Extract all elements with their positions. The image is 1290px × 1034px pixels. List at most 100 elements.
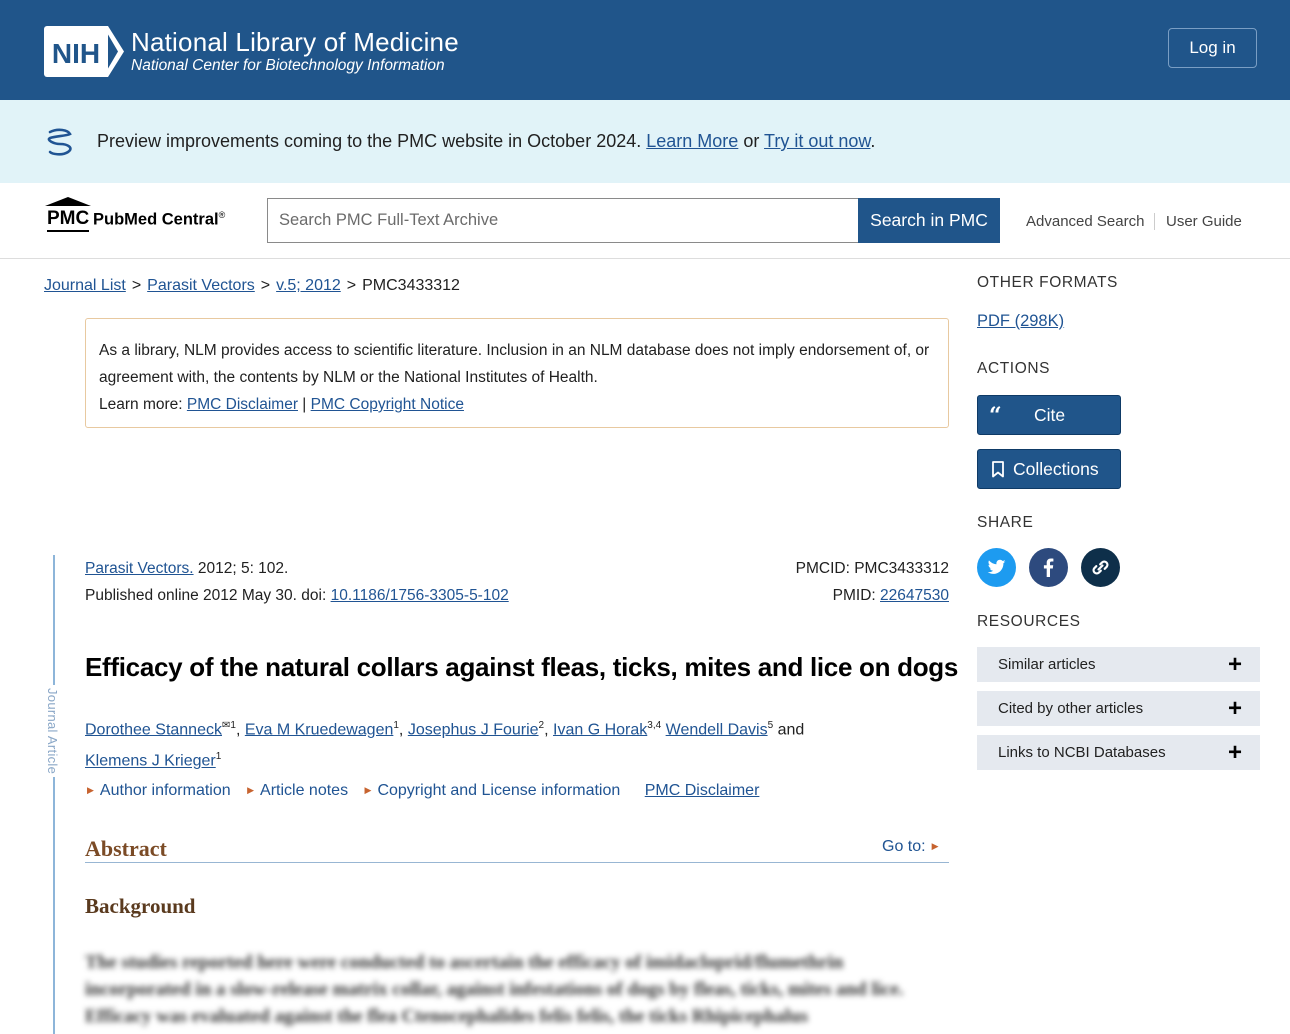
- published-line: Published online 2012 May 30. doi: 10.11…: [85, 587, 509, 605]
- article-title: Efficacy of the natural collars against …: [85, 652, 959, 682]
- doi-link[interactable]: 10.1186/1756-3305-5-102: [331, 587, 509, 604]
- abstract-divider: [85, 862, 949, 863]
- learn-more-link[interactable]: Learn More: [646, 131, 738, 151]
- nlm-disclaimer-box: As a library, NLM provides access to sci…: [85, 318, 949, 428]
- author-sep: and: [773, 721, 805, 739]
- plus-icon: +: [1227, 739, 1242, 766]
- copy-link-share-button[interactable]: [1081, 548, 1120, 587]
- cite-label: Cite: [1034, 405, 1066, 425]
- author-sep: ,: [235, 721, 245, 739]
- pdf-link[interactable]: PDF (298K): [977, 312, 1064, 331]
- share-heading: SHARE: [977, 514, 1034, 531]
- author-information-toggle[interactable]: Author information: [100, 782, 231, 799]
- pmc-logo-reg: ®: [218, 210, 226, 220]
- facebook-share-button[interactable]: [1029, 548, 1068, 587]
- author-link[interactable]: Klemens J Krieger: [85, 753, 216, 770]
- other-formats-heading: OTHER FORMATS: [977, 274, 1118, 291]
- link-icon: [1092, 560, 1109, 575]
- resources-heading: RESOURCES: [977, 613, 1081, 630]
- plus-icon: +: [1227, 651, 1242, 678]
- pmc-logo-name-text: PubMed Central: [93, 210, 219, 229]
- pmc-logo-name: PubMed Central®: [93, 210, 225, 230]
- pmc-copyright-link[interactable]: PMC Copyright Notice: [311, 396, 464, 413]
- breadcrumb-parasit-vectors[interactable]: Parasit Vectors: [147, 277, 255, 294]
- breadcrumb-sep: >: [131, 277, 142, 294]
- resource-label: Cited by other articles: [998, 700, 1144, 717]
- published-text: Published online 2012 May 30. doi:: [85, 587, 327, 604]
- author-link[interactable]: Ivan G Horak: [553, 721, 647, 738]
- goto-menu[interactable]: Go to: ▶: [882, 838, 939, 856]
- author-affiliation: ✉1: [221, 720, 236, 731]
- similar-articles-toggle[interactable]: Similar articles +: [977, 647, 1260, 683]
- dna-helix-icon: [47, 128, 72, 156]
- banner-period: .: [870, 131, 876, 151]
- disclaimer-divider: |: [302, 396, 307, 413]
- pmcid-value: PMC3433312: [854, 560, 949, 577]
- nav-divider: [1154, 213, 1155, 230]
- ncbi-subtitle: National Center for Biotechnology Inform…: [131, 57, 445, 74]
- article-notes-toggle[interactable]: Article notes: [260, 782, 348, 799]
- author-affiliation: 3,4: [647, 720, 662, 731]
- search-divider: [0, 258, 1290, 259]
- goto-label[interactable]: Go to:: [882, 838, 926, 855]
- search-in-pmc-button[interactable]: Search in PMC: [858, 198, 1000, 243]
- expand-triangle-icon: ▶: [87, 785, 94, 795]
- user-guide-link[interactable]: User Guide: [1166, 213, 1242, 230]
- pmid-label: PMID:: [832, 587, 876, 604]
- twitter-share-button[interactable]: [977, 548, 1016, 587]
- facebook-icon: [1043, 558, 1054, 577]
- pmc-disclaimer-article-link[interactable]: PMC Disclaimer: [645, 782, 760, 799]
- pmc-logo-abbr: PMC: [47, 208, 90, 232]
- breadcrumb-volume[interactable]: v.5; 2012: [276, 277, 341, 294]
- login-button[interactable]: Log in: [1168, 28, 1257, 68]
- resource-label: Links to NCBI Databases: [998, 744, 1166, 761]
- journal-article-label: Journal Article: [45, 685, 60, 778]
- nih-header: NIH National Library of Medicine Nationa…: [0, 0, 1290, 100]
- abstract-heading: Abstract: [85, 836, 167, 861]
- breadcrumb-current: PMC3433312: [362, 277, 460, 294]
- pmc-disclaimer-link[interactable]: PMC Disclaimer: [187, 396, 298, 413]
- pmid: PMID: 22647530: [833, 587, 949, 605]
- pmc-logo[interactable]: PMC PubMed Central®: [44, 196, 234, 236]
- journal-article-rule: [53, 555, 55, 1034]
- pmcid-label: PMCID:: [795, 560, 850, 577]
- disclaimer-text: As a library, NLM provides access to sci…: [99, 342, 930, 386]
- author-link[interactable]: Josephus J Fourie: [408, 721, 539, 738]
- journal-link[interactable]: Parasit Vectors.: [85, 560, 194, 577]
- breadcrumb: Journal List > Parasit Vectors > v.5; 2012 > P…: [44, 277, 460, 295]
- author-link[interactable]: Eva M Kruedewagen: [245, 721, 394, 738]
- quote-icon: “: [989, 403, 1002, 429]
- banner-text: Preview improvements coming to the PMC w…: [97, 131, 642, 151]
- disclaimer-learn-more: Learn more:: [99, 396, 183, 413]
- nlm-title[interactable]: National Library of Medicine: [131, 27, 459, 58]
- breadcrumb-sep: >: [346, 277, 357, 294]
- twitter-icon: [987, 559, 1006, 574]
- expand-triangle-icon: ▶: [247, 785, 255, 795]
- author-link[interactable]: Wendell Davis: [666, 721, 768, 738]
- cite-button[interactable]: “ Cite: [977, 395, 1121, 435]
- plus-icon: +: [1227, 695, 1242, 722]
- breadcrumb-sep: >: [260, 277, 271, 294]
- cited-by-toggle[interactable]: Cited by other articles +: [977, 691, 1260, 727]
- pmc-roof-icon: [45, 197, 91, 206]
- breadcrumb-journal-list[interactable]: Journal List: [44, 277, 126, 294]
- search-input[interactable]: Search PMC Full-Text Archive: [267, 198, 859, 243]
- article-meta-links: ▶ Author information ▶ Article notes ▶ Copy…: [85, 782, 759, 800]
- citation-line: Parasit Vectors. 2012; 5: 102.: [85, 560, 288, 578]
- author-sep: ,: [544, 721, 553, 739]
- goto-triangle-icon: ▶: [931, 841, 939, 851]
- author-link[interactable]: Dorothee Stanneck: [85, 721, 222, 738]
- try-it-now-link[interactable]: Try it out now: [764, 131, 870, 151]
- nih-logo-icon[interactable]: NIH: [44, 26, 124, 77]
- banner-message: Preview improvements coming to the PMC w…: [97, 131, 875, 152]
- collections-button[interactable]: Collections: [977, 449, 1121, 489]
- pmcid: PMCID: PMC3433312: [796, 560, 949, 578]
- background-heading: Background: [85, 894, 196, 918]
- citation-text: 2012; 5: 102.: [197, 560, 289, 577]
- ncbi-links-toggle[interactable]: Links to NCBI Databases +: [977, 735, 1260, 771]
- expand-triangle-icon: ▶: [364, 785, 372, 795]
- pmid-link[interactable]: 22647530: [880, 587, 949, 604]
- advanced-search-link[interactable]: Advanced Search: [1026, 213, 1144, 230]
- copyright-license-toggle[interactable]: Copyright and License information: [377, 782, 620, 799]
- resource-label: Similar articles: [998, 656, 1096, 673]
